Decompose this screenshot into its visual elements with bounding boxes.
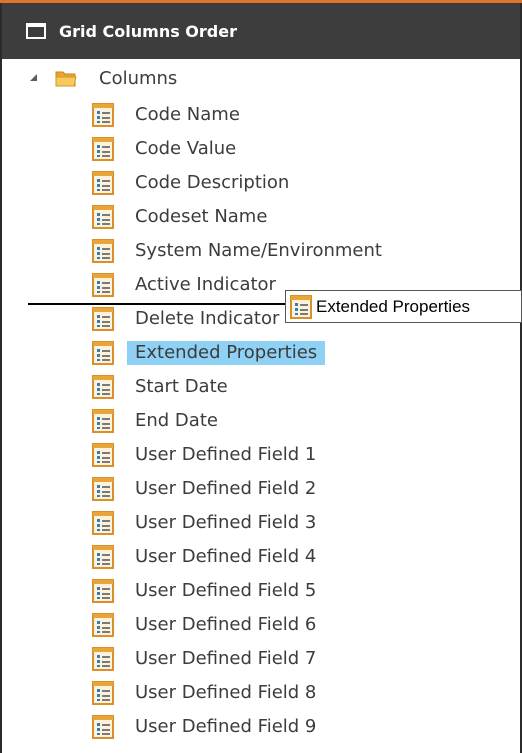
tree-node[interactable]: System Name/Environment	[2, 234, 520, 268]
tree-node-label: Extended Properties	[127, 341, 326, 365]
column-field-icon	[92, 579, 114, 603]
tree-node[interactable]: Codeset Name	[2, 200, 520, 234]
tree-node-label: Code Description	[135, 172, 290, 193]
tree-node[interactable]: User Defined Field 7	[2, 642, 520, 676]
tree-root-label: Columns	[99, 68, 178, 89]
tree-node[interactable]: User Defined Field 9	[2, 710, 520, 744]
tree-node-label: User Defined Field 5	[135, 580, 317, 601]
tree-node-label: User Defined Field 3	[135, 512, 317, 533]
folder-open-icon	[55, 71, 77, 87]
tree-node-label: User Defined Field 4	[135, 546, 317, 567]
tree-node-label: End Date	[135, 410, 218, 431]
tree-node[interactable]: Extended Properties	[2, 336, 520, 370]
tree-node-label: Delete Indicator	[135, 308, 280, 329]
tree-node-label: User Defined Field 9	[135, 716, 317, 737]
tree-node[interactable]: End Date	[2, 404, 520, 438]
tree-node[interactable]: User Defined Field 1	[2, 438, 520, 472]
tree-node[interactable]: Start Date	[2, 370, 520, 404]
tree-node[interactable]: User Defined Field 8	[2, 676, 520, 710]
tree-node-label: User Defined Field 7	[135, 648, 317, 669]
tree-node-label: Codeset Name	[135, 206, 268, 227]
tree-node[interactable]: Code Name	[2, 98, 520, 132]
tree-node-label: Active Indicator	[135, 274, 276, 295]
tree-root-columns[interactable]: Columns	[2, 62, 520, 96]
expanded-triangle-icon[interactable]	[30, 74, 37, 81]
column-field-icon	[92, 171, 114, 195]
tree-node-label: Code Name	[135, 104, 240, 125]
columns-tree[interactable]: Columns Code Name Code Value Code Descript…	[2, 59, 520, 753]
column-field-icon	[92, 239, 114, 263]
column-field-icon	[92, 511, 114, 535]
drag-preview: Extended Properties	[285, 290, 522, 323]
column-field-icon	[92, 103, 114, 127]
column-field-icon	[92, 715, 114, 739]
window-icon	[26, 23, 46, 39]
column-field-icon	[92, 477, 114, 501]
column-field-icon	[92, 273, 114, 297]
tree-node[interactable]: User Defined Field 4	[2, 540, 520, 574]
tree-node[interactable]: User Defined Field 5	[2, 574, 520, 608]
column-field-icon	[92, 409, 114, 433]
tree-node-label: Start Date	[135, 376, 228, 397]
tree-node[interactable]: Code Value	[2, 132, 520, 166]
column-field-icon	[92, 647, 114, 671]
column-field-icon	[92, 375, 114, 399]
tree-node[interactable]: User Defined Field 3	[2, 506, 520, 540]
tree-node-label: Code Value	[135, 138, 237, 159]
column-field-icon	[92, 205, 114, 229]
tree-node-label: User Defined Field 6	[135, 614, 317, 635]
column-field-icon	[290, 294, 312, 319]
window-title: Grid Columns Order	[59, 21, 237, 41]
tree-node[interactable]: User Defined Field 6	[2, 608, 520, 642]
drop-insertion-line	[28, 303, 290, 305]
column-field-icon	[92, 545, 114, 569]
tree-node[interactable]: Code Description	[2, 166, 520, 200]
column-field-icon	[92, 681, 114, 705]
title-bar: Grid Columns Order	[2, 3, 520, 59]
column-field-icon	[92, 443, 114, 467]
tree-node-label: User Defined Field 2	[135, 478, 317, 499]
tree-node-label: System Name/Environment	[135, 240, 382, 261]
tree-node-label: User Defined Field 8	[135, 682, 317, 703]
tree-node-label: User Defined Field 1	[135, 444, 317, 465]
column-field-icon	[92, 341, 114, 365]
column-field-icon	[92, 137, 114, 161]
column-field-icon	[92, 613, 114, 637]
column-field-icon	[92, 307, 114, 331]
tree-node[interactable]: User Defined Field 2	[2, 472, 520, 506]
drag-preview-label: Extended Properties	[316, 296, 471, 316]
